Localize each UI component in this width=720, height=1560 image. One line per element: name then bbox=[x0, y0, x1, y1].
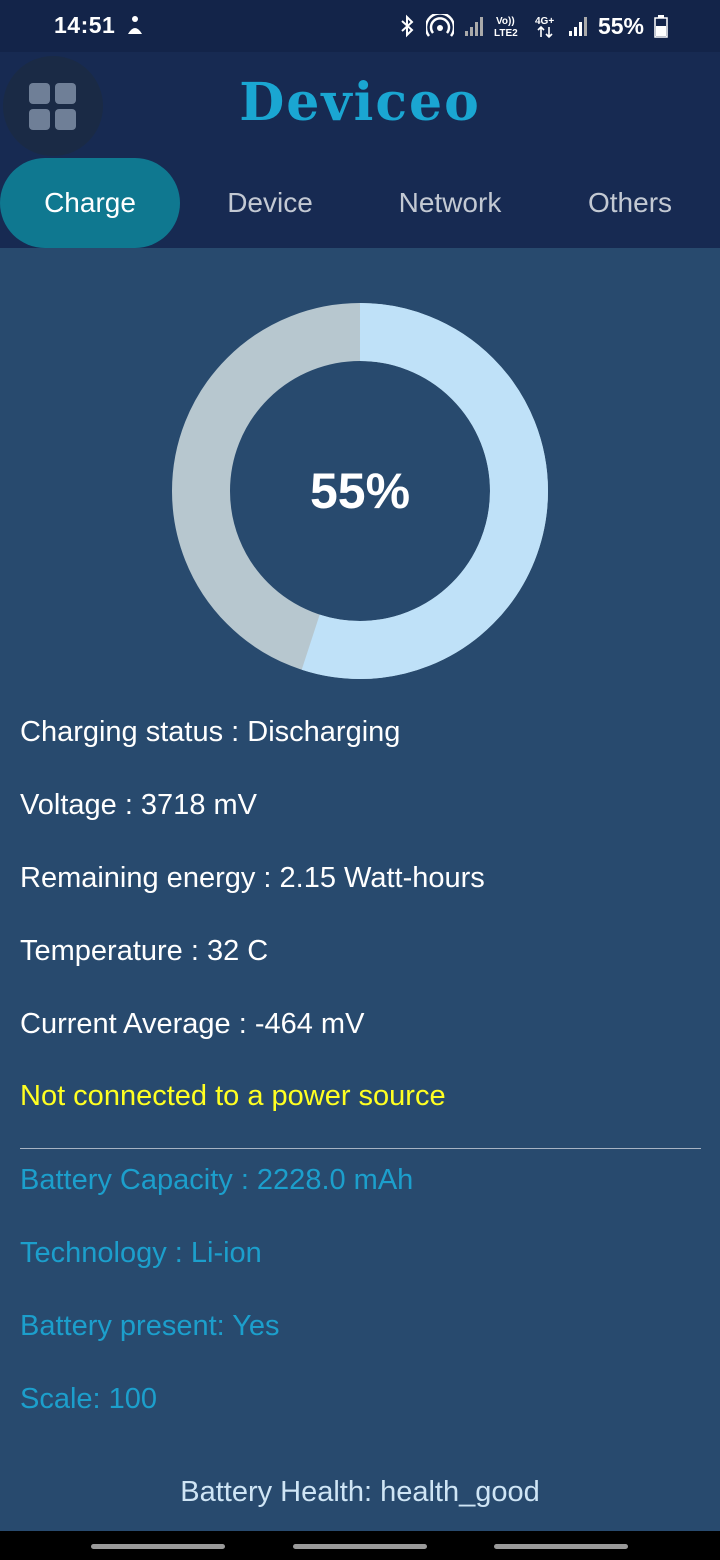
status-bar: 14:51 Vo)) LTE2 4G+ 55% bbox=[0, 0, 720, 52]
status-icons: Vo)) LTE2 4G+ 55% bbox=[398, 10, 668, 42]
signal-sim2-icon bbox=[568, 17, 587, 36]
tab-others[interactable]: Others bbox=[540, 158, 720, 248]
svg-text:Vo)): Vo)) bbox=[496, 16, 515, 27]
tab-bar: Charge Device Network Others bbox=[0, 158, 720, 248]
power-source-status: Not connected to a power source bbox=[20, 1080, 446, 1112]
battery-percent-label: 55% bbox=[309, 463, 411, 519]
tab-network[interactable]: Network bbox=[360, 158, 540, 248]
network-4g-icon: 4G+ bbox=[535, 16, 554, 39]
battery-capacity: Battery Capacity : 2228.0 mAh bbox=[20, 1164, 414, 1196]
signal-sim1-icon bbox=[464, 17, 483, 36]
nav-back-button[interactable] bbox=[494, 1544, 628, 1549]
status-battery-percent: 55% bbox=[597, 12, 644, 39]
voltage: Voltage : 3718 mV bbox=[20, 789, 257, 821]
divider bbox=[20, 1148, 701, 1149]
svg-text:LTE2: LTE2 bbox=[494, 28, 518, 39]
app-title: Deviceo bbox=[239, 72, 481, 133]
bluetooth-icon bbox=[401, 14, 414, 38]
battery-health: Battery Health: health_good bbox=[180, 1476, 540, 1508]
volte-label-icon: Vo)) LTE2 bbox=[494, 16, 518, 39]
current-average: Current Average : -464 mV bbox=[20, 1008, 365, 1040]
battery-icon bbox=[654, 15, 668, 38]
status-time: 14:51 bbox=[54, 12, 116, 38]
tab-device[interactable]: Device bbox=[180, 158, 360, 248]
nav-recents-button[interactable] bbox=[91, 1544, 225, 1549]
notification-icon bbox=[128, 16, 142, 34]
tab-charge[interactable]: Charge bbox=[0, 158, 180, 248]
temperature: Temperature : 32 C bbox=[20, 935, 269, 967]
svg-text:4G+: 4G+ bbox=[535, 16, 554, 27]
system-nav-bar bbox=[0, 1531, 720, 1560]
battery-technology: Technology : Li-ion bbox=[20, 1237, 262, 1269]
nav-home-button[interactable] bbox=[293, 1544, 427, 1549]
remaining-energy: Remaining energy : 2.15 Watt-hours bbox=[20, 862, 485, 894]
battery-present: Battery present: Yes bbox=[20, 1310, 280, 1342]
charging-status: Charging status : Discharging bbox=[20, 716, 401, 748]
battery-scale: Scale: 100 bbox=[20, 1383, 158, 1415]
hotspot-icon bbox=[425, 14, 454, 37]
